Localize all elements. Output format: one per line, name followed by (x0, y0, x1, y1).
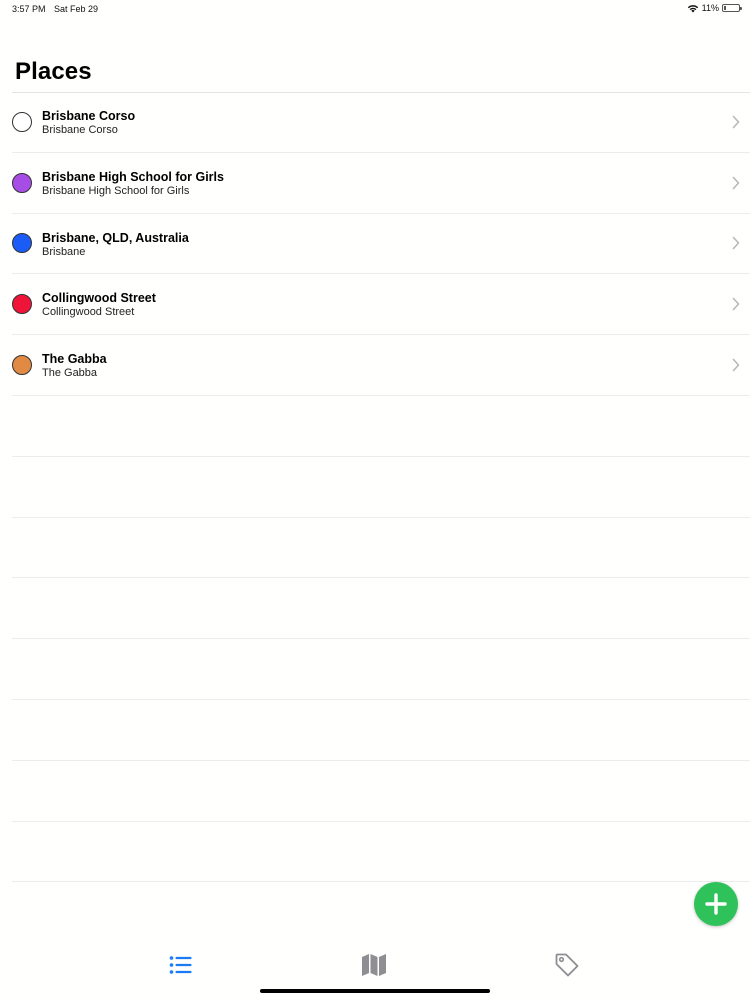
place-row[interactable]: Collingwood Street Collingwood Street (12, 274, 750, 336)
list-icon (169, 956, 192, 974)
battery-icon (722, 4, 742, 12)
empty-row (12, 639, 750, 700)
page-title: Places (15, 58, 92, 85)
place-subtitle: The Gabba (42, 367, 98, 380)
place-row[interactable]: Brisbane High School for Girls Brisbane … (12, 153, 750, 214)
place-color-dot (12, 355, 32, 376)
empty-row (12, 700, 750, 761)
status-bar: 3:57 PM Sat Feb 29 11% (0, 0, 750, 20)
tab-list[interactable] (166, 950, 196, 980)
place-text: Brisbane Corso Brisbane Corso (42, 109, 135, 137)
chevron-right-icon (732, 176, 740, 189)
add-place-button[interactable] (694, 882, 738, 926)
wifi-icon (687, 4, 699, 13)
status-time: 3:57 PM (12, 4, 46, 14)
chevron-right-icon (732, 237, 740, 250)
home-indicator (260, 989, 490, 993)
chevron-right-icon (732, 297, 740, 311)
place-row[interactable]: The Gabba The Gabba (12, 335, 750, 396)
place-subtitle: Brisbane Corso (42, 124, 118, 136)
chevron-right-icon (732, 115, 740, 129)
empty-row (12, 822, 750, 883)
place-color-dot (12, 111, 32, 132)
plus-icon (705, 893, 727, 915)
place-subtitle: Brisbane High School for Girls (42, 184, 190, 197)
place-text: Brisbane High School for Girls Brisbane … (42, 170, 224, 198)
tab-map[interactable] (359, 950, 389, 980)
place-subtitle: Collingwood Street (42, 306, 135, 319)
map-icon (362, 954, 386, 976)
place-title: Brisbane, QLD, Australia (42, 230, 189, 245)
battery-percent: 11% (701, 3, 719, 13)
place-row[interactable]: Brisbane Corso Brisbane Corso (12, 92, 750, 153)
place-color-dot (12, 233, 32, 254)
place-title: Brisbane High School for Girls (42, 169, 224, 184)
place-title: The Gabba (42, 352, 107, 367)
place-text: Collingwood Street Collingwood Street (42, 291, 156, 319)
place-title: Brisbane Corso (42, 109, 136, 123)
status-date: Sat Feb 29 (54, 4, 99, 14)
empty-row (12, 518, 750, 579)
place-row[interactable]: Brisbane, QLD, Australia Brisbane (12, 214, 750, 275)
chevron-right-icon (732, 358, 740, 372)
battery-fill (724, 6, 726, 10)
place-subtitle: Brisbane (42, 245, 86, 258)
places-list: Brisbane Corso Brisbane Corso Brisbane H… (0, 92, 750, 883)
tag-icon (555, 953, 579, 977)
status-indicators: 11% (687, 3, 742, 13)
empty-row (12, 578, 750, 640)
empty-row (12, 761, 750, 822)
empty-row (12, 457, 750, 518)
place-text: The Gabba The Gabba (42, 352, 107, 380)
place-color-dot (12, 294, 32, 315)
place-text: Brisbane, QLD, Australia Brisbane (42, 231, 189, 259)
place-color-dot (12, 172, 32, 193)
empty-row (12, 396, 750, 457)
place-title: Collingwood Street (42, 291, 156, 306)
tab-tags[interactable] (552, 950, 582, 980)
